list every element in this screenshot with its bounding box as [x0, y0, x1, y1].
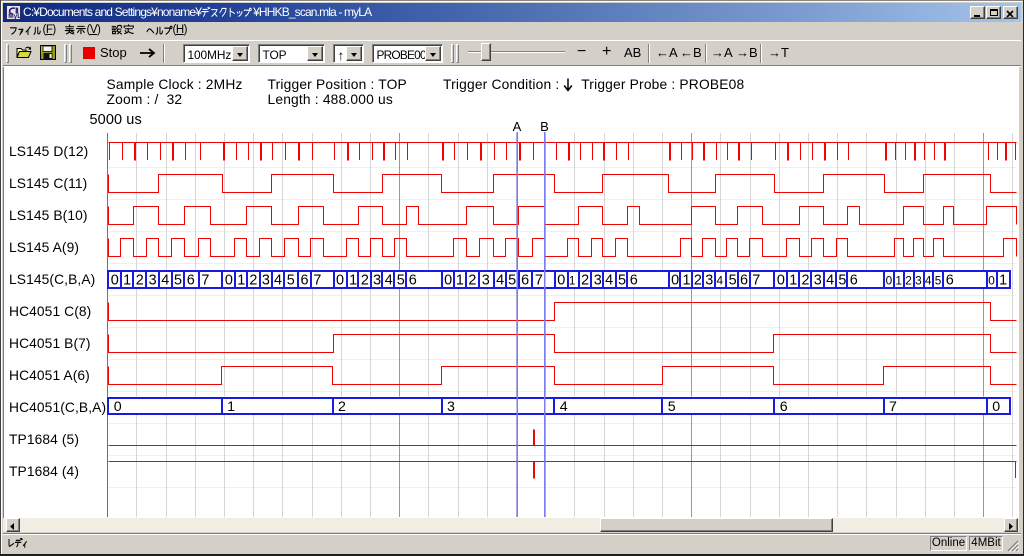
svg-text:7: 7 [201, 273, 209, 289]
svg-text:B: B [540, 119, 549, 134]
svg-text:3: 3 [705, 273, 713, 289]
svg-text:2: 2 [338, 399, 346, 415]
svg-text:2: 2 [694, 273, 702, 289]
svg-text:1: 1 [456, 273, 464, 289]
svg-text:0: 0 [111, 273, 119, 289]
svg-text:4: 4 [560, 399, 568, 415]
svg-text:2: 2 [249, 273, 257, 289]
svg-text:6: 6 [850, 273, 858, 289]
svg-text:0: 0 [777, 273, 785, 289]
svg-text:7: 7 [889, 399, 897, 415]
svg-text:1: 1 [349, 273, 357, 289]
svg-text:5: 5 [397, 273, 405, 289]
svg-text:3: 3 [149, 273, 157, 289]
svg-text:2: 2 [468, 273, 476, 289]
svg-text:3: 3 [482, 273, 490, 289]
svg-text:1: 1 [789, 273, 797, 289]
svg-text:4: 4 [605, 273, 613, 289]
svg-text:2: 2 [802, 273, 810, 289]
svg-text:1: 1 [227, 399, 235, 415]
svg-text:1: 1 [569, 274, 576, 288]
svg-text:5: 5 [729, 273, 737, 289]
svg-text:7: 7 [535, 273, 543, 289]
svg-text:6: 6 [780, 399, 788, 415]
svg-text:1: 1 [999, 273, 1007, 289]
svg-text:3: 3 [373, 273, 381, 289]
svg-text:3: 3 [814, 273, 822, 289]
svg-text:0: 0 [444, 273, 452, 289]
svg-text:2: 2 [136, 273, 144, 289]
svg-text:2: 2 [361, 273, 369, 289]
svg-text:6: 6 [187, 273, 195, 289]
svg-text:6: 6 [409, 273, 417, 289]
svg-text:5: 5 [618, 273, 626, 289]
svg-text:7: 7 [313, 273, 321, 289]
svg-text:3: 3 [915, 274, 922, 288]
svg-text:3: 3 [262, 273, 270, 289]
svg-text:3: 3 [447, 399, 455, 415]
svg-text:5: 5 [287, 273, 295, 289]
svg-text:6: 6 [630, 273, 638, 289]
svg-text:0: 0 [671, 273, 679, 289]
svg-text:4: 4 [717, 274, 724, 288]
svg-text:5: 5 [174, 273, 182, 289]
svg-text:5: 5 [668, 399, 676, 415]
svg-text:1: 1 [895, 274, 902, 288]
svg-text:6: 6 [740, 273, 748, 289]
svg-text:0: 0 [886, 274, 893, 288]
svg-text:1: 1 [683, 273, 691, 289]
svg-text:4: 4 [161, 273, 169, 289]
svg-text:2: 2 [905, 274, 912, 288]
svg-text:4: 4 [274, 273, 282, 289]
svg-text:5: 5 [935, 274, 942, 288]
svg-text:4: 4 [826, 273, 834, 289]
svg-text:0: 0 [225, 273, 233, 289]
svg-text:0: 0 [988, 274, 995, 288]
svg-text:0: 0 [992, 399, 1000, 415]
svg-text:1: 1 [123, 273, 131, 289]
svg-text:5: 5 [508, 273, 516, 289]
svg-text:1: 1 [237, 273, 245, 289]
svg-text:4: 4 [385, 273, 393, 289]
svg-text:6: 6 [521, 273, 529, 289]
svg-text:0: 0 [114, 399, 122, 415]
svg-text:4: 4 [496, 273, 504, 289]
svg-text:6: 6 [946, 273, 954, 289]
svg-text:6: 6 [301, 273, 309, 289]
svg-text:4: 4 [925, 274, 932, 288]
svg-text:2: 2 [581, 273, 589, 289]
svg-text:5: 5 [838, 273, 846, 289]
svg-text:0: 0 [336, 273, 344, 289]
svg-text:0: 0 [557, 273, 565, 289]
svg-text:7: 7 [752, 273, 760, 289]
svg-text:A: A [513, 119, 522, 134]
svg-text:3: 3 [594, 273, 602, 289]
